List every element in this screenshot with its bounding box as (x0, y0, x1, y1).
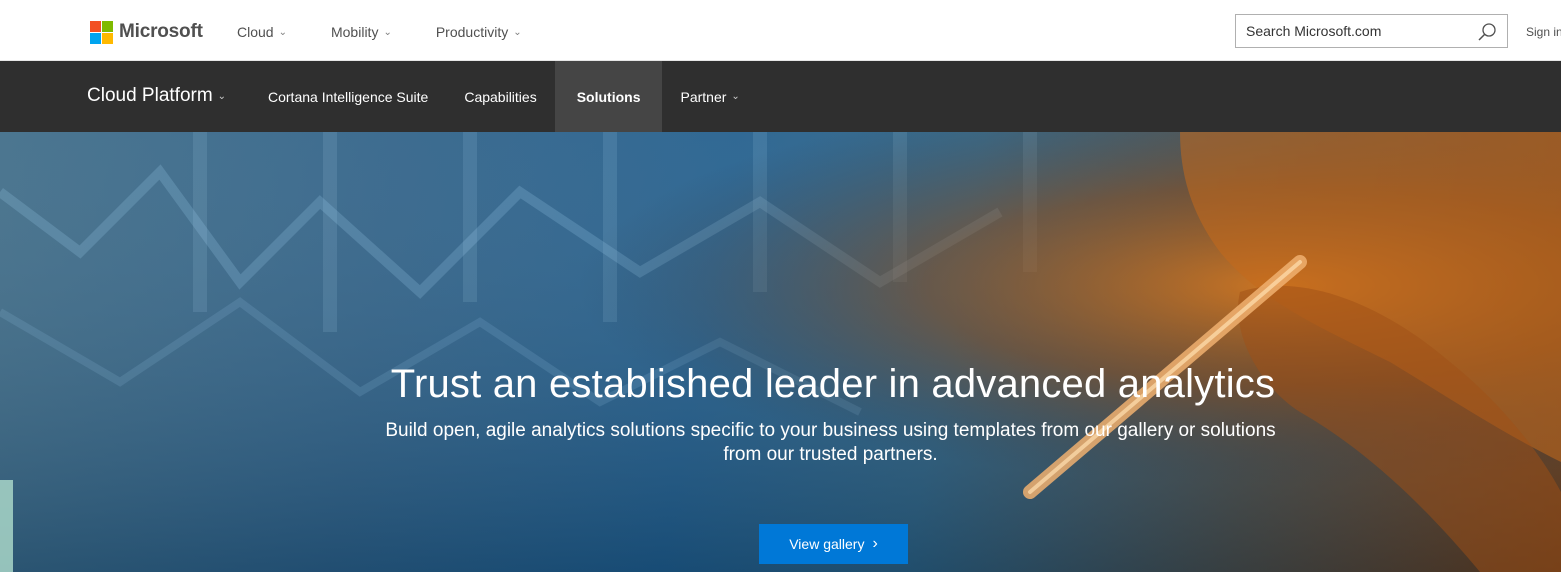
top-nav: Cloud ⌄ Mobility ⌄ Productivity ⌄ (237, 24, 566, 40)
hero-subtitle-line-2: from our trusted partners. (723, 444, 938, 465)
cloud-platform-nav: Cloud Platform ⌄ Cortana Intelligence Su… (0, 61, 1561, 132)
search-icon[interactable] (1477, 22, 1497, 42)
subnav-item-label: Solutions (576, 88, 641, 105)
microsoft-logo-link[interactable]: Microsoft (90, 20, 203, 44)
microsoft-logo-icon (90, 20, 113, 44)
subnav-item-label: Partner (680, 88, 727, 105)
top-nav-productivity[interactable]: Productivity ⌄ (436, 24, 522, 40)
top-nav-cloud[interactable]: Cloud ⌄ (237, 24, 287, 40)
view-gallery-button[interactable]: View gallery › (759, 524, 908, 564)
subnav-item-solutions[interactable]: Solutions (554, 61, 663, 132)
top-bar: Microsoft Cloud ⌄ Mobility ⌄ Productivit… (0, 0, 1561, 61)
search-input[interactable] (1236, 15, 1466, 47)
hero-subtitle: Build open, agile analytics solutions sp… (0, 419, 1561, 467)
decorative-band (0, 480, 13, 572)
subnav-links: Cortana Intelligence Suite Capabilities … (250, 61, 758, 132)
hero-background-image (0, 132, 1561, 572)
top-nav-mobility[interactable]: Mobility ⌄ (331, 24, 392, 40)
chevron-down-icon: ⌄ (513, 26, 522, 38)
search-box (1235, 14, 1508, 48)
subnav-item-label: Cortana Intelligence Suite (268, 88, 429, 105)
top-nav-mobility-label: Mobility (330, 24, 379, 40)
top-nav-cloud-label: Cloud (237, 24, 274, 40)
view-gallery-label: View gallery (789, 536, 865, 552)
sign-in-link[interactable]: Sign in (1526, 25, 1561, 39)
hero-title: Trust an established leader in advanced … (390, 362, 1276, 406)
subnav-item-partner[interactable]: Partner ⌄ (662, 61, 757, 132)
top-nav-productivity-label: Productivity (435, 24, 509, 40)
subnav-item-capabilities[interactable]: Capabilities (446, 61, 554, 132)
chevron-down-icon: ⌄ (731, 91, 740, 102)
cloud-platform-label: Cloud Platform (87, 85, 213, 106)
subnav-item-label: Capabilities (464, 88, 537, 105)
chevron-down-icon: ⌄ (383, 26, 392, 38)
hero-subtitle-line-1: Build open, agile analytics solutions sp… (385, 420, 1276, 441)
subnav-item-cortana[interactable]: Cortana Intelligence Suite (250, 61, 446, 132)
hero-copy: Trust an established leader in advanced … (0, 362, 1561, 467)
chevron-right-icon: › (872, 535, 878, 552)
chevron-down-icon: ⌄ (217, 90, 227, 102)
cloud-platform-menu[interactable]: Cloud Platform ⌄ (87, 85, 226, 107)
hero-banner: Trust an established leader in advanced … (0, 132, 1561, 572)
brand-name: Microsoft (119, 21, 203, 42)
chevron-down-icon: ⌄ (278, 26, 287, 38)
